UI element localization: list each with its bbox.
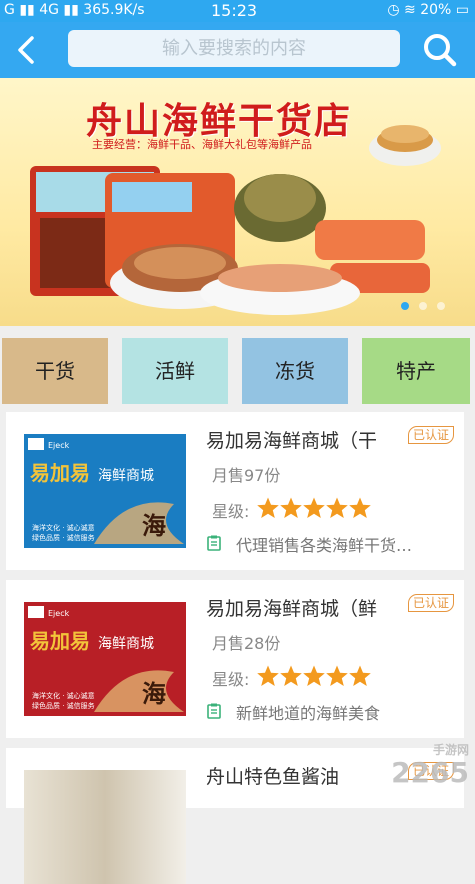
rating-label: 星级: (212, 670, 250, 689)
store-description: 新鲜地道的海鲜美食 (236, 704, 381, 723)
store-thumbnail (24, 770, 186, 884)
back-arrow-icon (18, 36, 34, 64)
svg-text:海: 海 (142, 511, 166, 540)
signal-label: G (4, 2, 15, 18)
rating-label: 星级: (212, 502, 250, 521)
monthly-sales: 月售97份 (212, 466, 281, 485)
svg-text:海鲜商城: 海鲜商城 (98, 468, 154, 484)
star-icon (349, 665, 371, 686)
category-dried-goods[interactable]: 干货 (2, 338, 108, 404)
svg-text:绿色品质 · 诚信服务: 绿色品质 · 诚信服务 (32, 533, 95, 542)
seafood-products-image (30, 125, 441, 315)
clipboard-icon (207, 535, 221, 551)
star-icon (326, 665, 348, 686)
star-icon (257, 665, 279, 686)
star-icon (303, 665, 325, 686)
signal-bars-icon: ▮▮ (63, 2, 79, 18)
star-icon (280, 497, 302, 518)
wifi-icon: ≋ (404, 2, 416, 18)
verified-badge: 已认证 (407, 426, 454, 444)
monthly-sales: 月售28份 (212, 634, 281, 653)
category-live-seafood[interactable]: 活鲜 (122, 338, 228, 404)
star-icon (326, 497, 348, 518)
svg-text:绿色品质 · 诚信服务: 绿色品质 · 诚信服务 (32, 701, 95, 710)
verified-badge: 已认证 (407, 594, 454, 612)
star-icon (280, 665, 302, 686)
clipboard-icon (207, 703, 221, 719)
svg-text:易加易: 易加易 (30, 461, 90, 485)
signal-bars-icon: ▮▮ (19, 2, 35, 18)
promo-banner[interactable]: 舟山海鲜干货店 主要经营：海鲜干品、海鲜大礼包等海鲜产品 (0, 78, 475, 326)
svg-text:Ejeck: Ejeck (48, 609, 70, 618)
category-label: 干货 (35, 359, 75, 383)
carousel-dot-active[interactable] (400, 302, 409, 310)
category-frozen[interactable]: 冻货 (242, 338, 348, 404)
star-icon (257, 497, 279, 518)
top-bar: 输入要搜索的内容 (0, 22, 475, 78)
store-description: 代理销售各类海鲜干货… (236, 536, 413, 555)
category-label: 冻货 (275, 359, 315, 383)
back-button[interactable] (10, 32, 46, 68)
search-button[interactable] (420, 30, 460, 70)
store-list-item[interactable]: Ejeck 易加易 海鲜商城 海 海洋文化 · 诚心诚意 绿色品质 · 诚信服务… (6, 580, 464, 738)
svg-text:Ejeck: Ejeck (48, 441, 70, 450)
store-list-item[interactable]: Ejeck 易加易 海鲜商城 海 海洋文化 · 诚心诚意 绿色品质 · 诚信服务… (6, 412, 464, 570)
status-left: G ▮▮ 4G ▮▮ 365.9K/s (4, 2, 145, 18)
star-rating (256, 664, 371, 692)
network-type: 4G (39, 2, 59, 18)
store-name[interactable]: 易加易海鲜商城（鲜 (206, 594, 400, 621)
network-speed: 365.9K/s (83, 2, 145, 18)
category-label: 活鲜 (155, 359, 195, 383)
watermark-sub: 手游网 (432, 743, 469, 757)
store-name[interactable]: 舟山特色鱼酱油 (206, 762, 400, 789)
star-icon (303, 497, 325, 518)
category-specialty[interactable]: 特产 (362, 338, 470, 404)
store-thumbnail: Ejeck 易加易 海鲜商城 海 海洋文化 · 诚心诚意 绿色品质 · 诚信服务 (24, 602, 186, 716)
clock: 15:23 (211, 1, 258, 20)
star-icon (349, 497, 371, 518)
carousel-dot[interactable] (437, 302, 445, 310)
svg-text:易加易: 易加易 (30, 629, 90, 653)
category-bar: 干货 活鲜 冻货 特产 (0, 338, 475, 404)
svg-text:海: 海 (142, 679, 166, 708)
carousel-dot[interactable] (418, 302, 427, 310)
search-icon (424, 34, 457, 67)
battery-icon: ▭ (455, 2, 469, 18)
svg-text:海鲜商城: 海鲜商城 (98, 636, 154, 652)
store-thumbnail: Ejeck 易加易 海鲜商城 海 海洋文化 · 诚心诚意 绿色品质 · 诚信服务 (24, 434, 186, 548)
svg-text:海洋文化 · 诚心诚意: 海洋文化 · 诚心诚意 (32, 691, 95, 700)
category-label: 特产 (396, 359, 436, 383)
alarm-icon: ◷ (387, 2, 400, 18)
svg-text:海洋文化 · 诚心诚意: 海洋文化 · 诚心诚意 (32, 523, 95, 532)
star-rating (256, 496, 371, 524)
battery-level: 20% (420, 2, 452, 18)
watermark-logo: 手游网 2265 (391, 744, 469, 789)
status-right: ◷ ≋ 20% ▭ (387, 2, 469, 18)
carousel-indicator[interactable] (396, 295, 445, 314)
store-name[interactable]: 易加易海鲜商城（干 (206, 426, 400, 453)
watermark-main: 2265 (391, 756, 469, 789)
status-bar: G ▮▮ 4G ▮▮ 365.9K/s 15:23 ◷ ≋ 20% ▭ (0, 0, 475, 22)
search-input[interactable]: 输入要搜索的内容 (68, 30, 400, 67)
